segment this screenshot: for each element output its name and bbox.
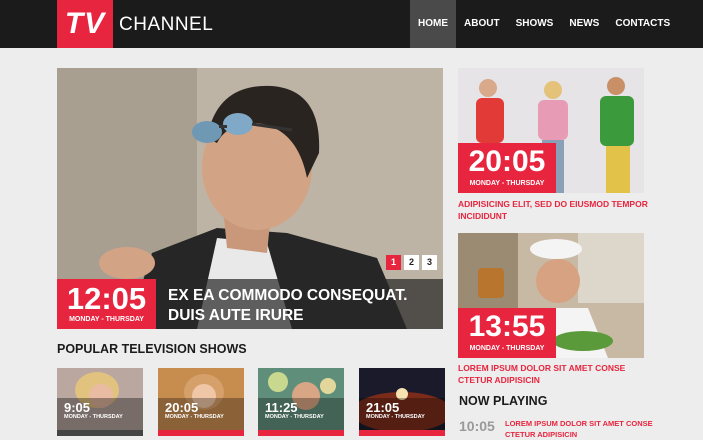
- side-time-badge-1: 20:05 MONDAY - THURSDAY: [458, 143, 556, 193]
- slider-pager: 1 2 3: [386, 255, 437, 270]
- popular-show-strip-2: [158, 430, 244, 436]
- site-header: TV CHANNEL HOME ABOUT SHOWS NEWS CONTACT…: [0, 0, 703, 48]
- nav-contacts[interactable]: CONTACTS: [607, 0, 678, 48]
- popular-show-time-3: 11:25: [265, 400, 298, 415]
- popular-show-day-3: MONDAY - THURSDAY: [265, 414, 324, 420]
- now-playing-text[interactable]: LOREM IPSUM DOLOR SIT AMET CONSE CTETUR …: [505, 418, 665, 440]
- logo[interactable]: TV: [57, 0, 113, 48]
- side-caption-1[interactable]: ADIPISICING ELIT, SED DO EIUSMOD TEMPOR …: [458, 198, 658, 222]
- popular-show-card-2[interactable]: 20:05 MONDAY - THURSDAY: [158, 368, 244, 436]
- logo-channel-text: CHANNEL: [119, 14, 214, 35]
- popular-show-time-4: 21:05: [366, 400, 400, 415]
- pager-dot-3[interactable]: 3: [422, 255, 437, 270]
- popular-shows-heading: POPULAR TELEVISION SHOWS: [57, 342, 247, 356]
- hero-slider[interactable]: 1 2 3 12:05 MONDAY - THURSDAY EX EA COMM…: [57, 68, 443, 329]
- hero-time: 12:05: [66, 281, 147, 316]
- popular-show-strip-1: [57, 430, 143, 436]
- popular-show-card-1[interactable]: 9:05 MONDAY - THURSDAY: [57, 368, 143, 436]
- popular-show-strip-3: [258, 430, 344, 436]
- popular-show-card-4[interactable]: 21:05 MONDAY - THURSDAY: [359, 368, 445, 436]
- popular-show-day-2: MONDAY - THURSDAY: [165, 414, 224, 420]
- popular-show-day-1: MONDAY - THURSDAY: [64, 414, 123, 420]
- hero-caption-bar: 12:05 MONDAY - THURSDAY EX EA COMMODO CO…: [57, 279, 443, 329]
- pager-dot-1[interactable]: 1: [386, 255, 401, 270]
- hero-title[interactable]: EX EA COMMODO CONSEQUAT. DUIS AUTE IRURE: [168, 286, 438, 326]
- logo-tv-text: TV: [64, 7, 106, 40]
- side-caption-2[interactable]: LOREM IPSUM DOLOR SIT AMET CONSE CTETUR …: [458, 362, 658, 386]
- nav-about[interactable]: ABOUT: [456, 0, 508, 48]
- nav-shows[interactable]: SHOWS: [508, 0, 562, 48]
- side-day-2: MONDAY - THURSDAY: [469, 345, 545, 352]
- nav-news[interactable]: NEWS: [561, 0, 607, 48]
- nav-home[interactable]: HOME: [410, 0, 456, 48]
- side-time-2: 13:55: [468, 310, 546, 343]
- side-show-card-2[interactable]: 13:55 MONDAY - THURSDAY: [458, 233, 644, 358]
- side-time-1: 20:05: [468, 145, 546, 178]
- popular-show-card-3[interactable]: 11:25 MONDAY - THURSDAY: [258, 368, 344, 436]
- pager-dot-2[interactable]: 2: [404, 255, 419, 270]
- now-playing-time: 10:05: [459, 418, 495, 434]
- popular-show-time-2: 20:05: [165, 400, 199, 415]
- now-playing-heading: NOW PLAYING: [459, 394, 548, 408]
- hero-day: MONDAY - THURSDAY: [69, 316, 144, 323]
- side-show-card-1[interactable]: 20:05 MONDAY - THURSDAY: [458, 68, 644, 193]
- main-nav: HOME ABOUT SHOWS NEWS CONTACTS: [410, 0, 678, 48]
- popular-show-day-4: MONDAY - THURSDAY: [366, 414, 425, 420]
- side-time-badge-2: 13:55 MONDAY - THURSDAY: [458, 308, 556, 358]
- popular-show-strip-4: [359, 430, 445, 436]
- hero-time-badge: 12:05 MONDAY - THURSDAY: [57, 279, 156, 329]
- popular-show-time-1: 9:05: [64, 400, 91, 415]
- side-day-1: MONDAY - THURSDAY: [469, 180, 545, 187]
